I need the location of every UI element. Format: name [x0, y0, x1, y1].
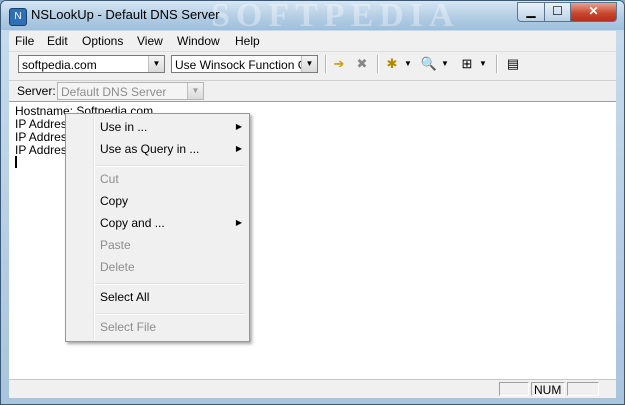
- query-combo[interactable]: softpedia.com ▼: [18, 55, 165, 73]
- menu-window[interactable]: Window: [177, 34, 220, 48]
- view-icon[interactable]: 🔍: [419, 55, 439, 73]
- menu-help[interactable]: Help: [235, 34, 260, 48]
- maximize-button[interactable]: ☐: [544, 2, 571, 22]
- context-menu-separator: [95, 283, 245, 285]
- maximize-icon: ☐: [552, 4, 563, 18]
- minimize-icon: ▁: [526, 4, 536, 18]
- ctx-cut[interactable]: Cut: [100, 172, 119, 186]
- chevron-down-icon[interactable]: ▼: [439, 55, 451, 73]
- status-num: NUM: [531, 382, 565, 397]
- menu-view[interactable]: View: [137, 34, 163, 48]
- status-bar: NUM: [9, 379, 616, 398]
- toolbar-separator: [325, 55, 327, 73]
- properties-icon[interactable]: ▤: [503, 55, 523, 73]
- ctx-label: Use as Query in ...: [100, 142, 200, 156]
- server-value: Default DNS Server: [61, 85, 167, 99]
- chevron-down-icon[interactable]: ▼: [301, 56, 317, 72]
- stop-icon[interactable]: ✖: [352, 55, 372, 73]
- ctx-select-file[interactable]: Select File: [100, 320, 156, 334]
- submenu-arrow-icon: ▶: [235, 218, 242, 227]
- chevron-down-icon[interactable]: ▼: [477, 55, 489, 73]
- chevron-down-icon[interactable]: ▼: [402, 55, 414, 73]
- ctx-delete[interactable]: Delete: [100, 260, 135, 274]
- menu-options[interactable]: Options: [82, 34, 123, 48]
- network-icon[interactable]: ⊞: [457, 55, 477, 73]
- query-value: softpedia.com: [22, 58, 97, 72]
- close-icon: ✕: [588, 4, 599, 18]
- window-title: NSLookUp - Default DNS Server: [31, 7, 220, 22]
- context-menu-separator: [95, 313, 245, 315]
- status-pane-empty: [499, 382, 529, 396]
- add-icon[interactable]: ✱: [382, 55, 402, 73]
- context-menu-gutter: [93, 116, 95, 339]
- menu-file[interactable]: File: [15, 34, 34, 48]
- ctx-use-as-query-in[interactable]: Use as Query in ... ▶: [100, 142, 242, 156]
- close-button[interactable]: ✕: [570, 2, 617, 22]
- ctx-use-in[interactable]: Use in ... ▶: [100, 120, 242, 134]
- go-icon[interactable]: ➔: [329, 55, 349, 73]
- ctx-paste[interactable]: Paste: [100, 238, 131, 252]
- server-combo[interactable]: Default DNS Server ▼: [57, 82, 204, 100]
- chevron-down-icon[interactable]: ▼: [187, 83, 203, 99]
- submenu-arrow-icon: ▶: [235, 122, 242, 131]
- method-combo[interactable]: Use Winsock Function Ge ▼: [171, 55, 318, 73]
- title-bar[interactable]: N SOFTPEDIA NSLookUp - Default DNS Serve…: [1, 1, 624, 34]
- context-menu-separator: [95, 165, 245, 167]
- menu-edit[interactable]: Edit: [47, 34, 68, 48]
- menu-bar: File Edit Options View Window Help: [9, 31, 616, 52]
- chevron-down-icon[interactable]: ▼: [148, 56, 164, 72]
- status-pane-empty: [567, 382, 599, 396]
- watermark: SOFTPEDIA: [211, 0, 460, 34]
- method-value: Use Winsock Function Ge: [175, 58, 301, 72]
- minimize-button[interactable]: ▁: [517, 2, 545, 22]
- server-label: Server:: [17, 84, 56, 98]
- text-caret: [15, 156, 17, 168]
- ctx-copy[interactable]: Copy: [100, 194, 128, 208]
- app-icon[interactable]: N: [9, 8, 27, 26]
- toolbar-separator: [377, 55, 379, 73]
- server-bar: Server: Default DNS Server ▼: [9, 80, 616, 101]
- ctx-label: Use in ...: [100, 120, 148, 134]
- context-menu: Use in ... ▶ Use as Query in ... ▶ Cut C…: [65, 113, 250, 342]
- toolbar-separator: [496, 55, 498, 73]
- ctx-copy-and[interactable]: Copy and ... ▶: [100, 216, 242, 230]
- ctx-select-all[interactable]: Select All: [100, 290, 149, 304]
- ctx-label: Copy and ...: [100, 216, 165, 230]
- submenu-arrow-icon: ▶: [235, 144, 242, 153]
